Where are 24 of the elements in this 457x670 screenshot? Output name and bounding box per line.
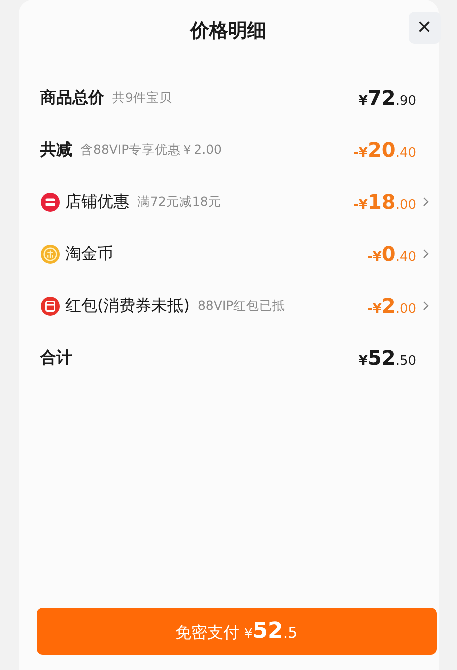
close-button[interactable]: × xyxy=(408,12,440,44)
row-label: 店铺优惠 xyxy=(66,192,130,212)
envelope-icon xyxy=(40,296,60,316)
amount-text: -¥18.00 xyxy=(354,190,416,214)
row-note: 共9件宝贝 xyxy=(112,90,172,106)
row-label: 商品总价 xyxy=(40,88,104,108)
row-note: 满72元减18元 xyxy=(138,194,222,210)
chevron-icon[interactable] xyxy=(422,197,428,207)
row-label: 红包(消费券未抵) xyxy=(66,296,190,316)
amount-text: -¥20.40 xyxy=(354,138,416,162)
amount-text: -¥2.00 xyxy=(367,294,416,318)
row-note: 含88VIP专享优惠￥2.00 xyxy=(80,142,222,158)
amount-text: ¥72.90 xyxy=(358,86,416,110)
amount-text: -¥0.40 xyxy=(367,242,416,266)
sheet-title: 价格明细 xyxy=(190,19,266,44)
amount-text: ¥52.50 xyxy=(358,346,416,370)
shop-icon xyxy=(40,192,60,212)
chevron-icon[interactable] xyxy=(422,301,428,311)
row-label: 淘金币 xyxy=(66,244,114,264)
row-label: 共减 xyxy=(40,140,72,160)
chevron-icon[interactable] xyxy=(422,249,428,259)
coin-icon xyxy=(40,244,60,264)
row-label: 合计 xyxy=(40,348,72,368)
row-note: 88VIP红包已抵 xyxy=(198,298,286,314)
